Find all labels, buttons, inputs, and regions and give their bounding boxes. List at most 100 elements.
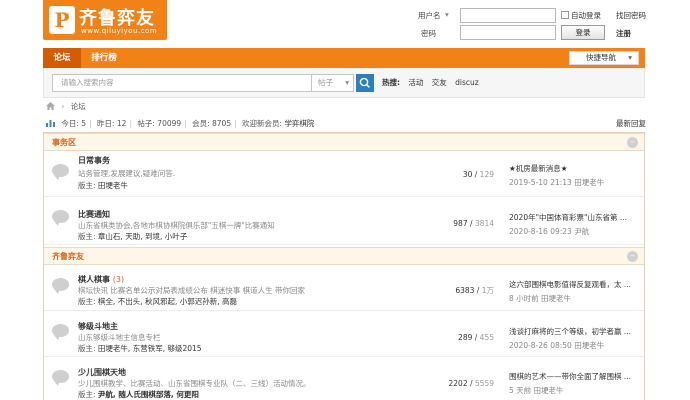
forum-new-count: (3) (112, 275, 125, 284)
category-header: 事务区 – (44, 133, 644, 151)
forum-moderators: 版主: 棋全, 不出头, 秋风邪起, 小郭迟孙新, 高磊 (78, 297, 237, 306)
search-button[interactable] (356, 74, 374, 92)
forgot-password-link[interactable]: 找回密码 (616, 10, 646, 21)
collapse-icon[interactable]: – (627, 251, 638, 262)
forum-bubble-icon (52, 164, 69, 180)
tab-forum[interactable]: 论坛 (43, 48, 81, 68)
forum-counts: 987 / 3814 (453, 219, 494, 228)
forum-last-post: 2020年"中国体育彩票"山东省第 ... 2020-8-16 09:23 尹航 (509, 212, 637, 237)
search-input[interactable]: 请输入搜索内容 (52, 74, 312, 92)
search-bar: 请输入搜索内容 帖子 ▾ 热搜: 活动 交友 discuz (43, 68, 645, 98)
forum-row: 比赛通知 山东省棋类协会,各地市棋协棋院俱乐部"五棋一牌"比赛通知 版主: 章山… (44, 197, 644, 245)
stat-members: 会员: 8705 (192, 119, 232, 128)
last-post-meta: 2020-8-16 09:23 尹航 (509, 227, 590, 236)
collapse-icon[interactable]: – (627, 137, 638, 148)
auto-login-checkbox[interactable] (561, 11, 569, 19)
login-form: 用户名 ▾ 自动登录 找回密码 密码 登录 注册 (418, 6, 680, 42)
forum-row: 少儿围棋天地 少儿围棋教学、比赛活动、山东省围棋专业队（二、三线）活动情况。 版… (44, 357, 644, 400)
moderator-link[interactable]: 章山石, 天助, 到境, 小叶子 (98, 232, 187, 241)
forum-description: 棋坛快讯 比赛名单公示对局表成绩公布 棋迷快事 棋道人生 带你回家 (78, 286, 306, 295)
forum-description: 少儿围棋教学、比赛活动、山东省围棋专业队（二、三线）活动情况。 (78, 379, 311, 388)
breadcrumb-separator-icon: › (61, 102, 65, 111)
main-nav: 论坛 排行榜 快捷导航 ▾ (43, 48, 645, 68)
last-post-title[interactable]: ★机房最新消息★ (509, 163, 637, 174)
forum-moderators: 版主: 尹航, 随人氏围棋部落, 何更阳 (78, 390, 199, 399)
quick-nav-label: 快捷导航 (586, 53, 616, 62)
moderator-link[interactable]: 田埂老牛, 东营铁军, 够级2015 (98, 344, 202, 353)
hot-search-item[interactable]: discuz (455, 78, 479, 87)
category-title[interactable]: 齐鲁弈友 (52, 248, 84, 265)
forum-stats: 今日: 5 | 昨日: 12 | 帖子: 70099 | 会员: 8705 | 欢迎新会… (46, 118, 646, 130)
logo-domain: www.qiluyiyou.com (81, 27, 158, 35)
last-post-meta: 2019-5-10 21:13 田埂老牛 (509, 178, 605, 187)
last-post-meta: 8 小时前 田埂老牛 (509, 294, 572, 303)
search-type-label: 帖子 (318, 78, 333, 87)
bar-chart-icon (46, 120, 55, 127)
forum-counts: 2202 / 5559 (448, 379, 494, 388)
chevron-down-icon[interactable]: ▾ (445, 10, 449, 19)
new-member-link[interactable]: 学弈棋院 (284, 119, 314, 128)
auto-login-label[interactable]: 自动登录 (571, 10, 601, 21)
chevron-down-icon: ▾ (345, 78, 349, 87)
forum-row: 棋人棋事 (3) 棋坛快讯 比赛名单公示对局表成绩公布 棋迷快事 棋道人生 带你… (44, 265, 644, 311)
forum-description: 山东够级斗地主信息专栏 (78, 333, 161, 342)
forum-name[interactable]: 日常事务 (78, 155, 110, 166)
forum-row: 够级斗地主 山东够级斗地主信息专栏 版主: 田埂老牛, 东营铁军, 够级2015… (44, 311, 644, 357)
forum-last-post: 围棋的艺术——带你全面了解围棋 ... 5 天前 田埂老牛 (509, 371, 637, 396)
forum-bubble-icon (52, 278, 69, 294)
stat-yesterday: 昨日: 12 (97, 119, 127, 128)
password-input[interactable] (460, 25, 556, 40)
forum-name[interactable]: 棋人棋事 (3) (78, 274, 124, 285)
hot-search-item[interactable]: 活动 (408, 78, 423, 87)
chevron-down-icon: ▾ (628, 53, 632, 62)
hot-searches: 热搜: 活动 交友 discuz (382, 74, 479, 92)
forum-last-post: 这六部围棋电影值得反复观看，太 ... 8 小时前 田埂老牛 (509, 279, 637, 304)
last-post-title[interactable]: 2020年"中国体育彩票"山东省第 ... (509, 212, 637, 223)
login-button[interactable]: 登录 (561, 25, 605, 40)
password-label: 密码 (421, 29, 436, 38)
welcome-label: 欢迎新会员: (242, 119, 283, 128)
home-icon[interactable] (46, 102, 55, 110)
last-post-title[interactable]: 围棋的艺术——带你全面了解围棋 ... (509, 371, 637, 382)
last-post-title[interactable]: 这六部围棋电影值得反复观看，太 ... (509, 279, 637, 290)
hot-search-item[interactable]: 交友 (432, 78, 447, 87)
stat-today: 今日: 5 (61, 119, 87, 128)
moderator-link[interactable]: 棋全, 不出头, 秋风邪起, 小郭迟孙新, 高磊 (98, 297, 237, 306)
search-type-select[interactable]: 帖子 ▾ (312, 74, 354, 92)
forum-list: 事务区 – 日常事务 站务管理,发展建议,疑难问答. 版主: 田埂老牛 30 /… (43, 132, 645, 400)
logo-mark: P (49, 6, 75, 34)
moderator-link[interactable]: 尹航, 随人氏围棋部落, 何更阳 (98, 390, 199, 399)
forum-bubble-icon (52, 324, 69, 340)
forum-counts: 289 / 455 (458, 333, 494, 342)
forum-name[interactable]: 少儿围棋天地 (78, 367, 126, 378)
latest-reply-link[interactable]: 最新回复 (616, 118, 646, 130)
forum-bubble-icon (52, 370, 69, 386)
top-bar: P 齐鲁弈友 www.qiluyiyou.com 用户名 ▾ 自动登录 找回密码… (0, 0, 690, 48)
search-icon (359, 77, 370, 88)
forum-description: 山东省棋类协会,各地市棋协棋院俱乐部"五棋一牌"比赛通知 (78, 221, 275, 230)
username-label: 用户名 (418, 11, 441, 20)
quick-nav-button[interactable]: 快捷导航 ▾ (569, 51, 639, 65)
forum-counts: 6383 / 1万 (455, 286, 494, 295)
category-header: 齐鲁弈友 – (44, 247, 644, 265)
site-logo[interactable]: P 齐鲁弈友 www.qiluyiyou.com (43, 0, 167, 40)
last-post-title[interactable]: 浅谈打麻将的三个等级，初学者赢 ... (509, 326, 637, 337)
last-post-meta: 5 天前 田埂老牛 (509, 386, 564, 395)
tab-ranking[interactable]: 排行榜 (81, 48, 127, 68)
breadcrumb-current[interactable]: 论坛 (71, 102, 86, 111)
forum-description: 站务管理,发展建议,疑难问答. (78, 169, 176, 178)
forum-moderators: 版主: 田埂老牛 (78, 181, 128, 190)
username-input[interactable] (460, 8, 556, 23)
hot-search-label: 热搜: (382, 78, 400, 87)
register-link[interactable]: 注册 (616, 28, 631, 39)
forum-moderators: 版主: 章山石, 天助, 到境, 小叶子 (78, 232, 188, 241)
stat-posts: 帖子: 70099 (137, 119, 182, 128)
moderator-link[interactable]: 田埂老牛 (98, 181, 128, 190)
forum-name[interactable]: 比赛通知 (78, 209, 110, 220)
forum-row: 日常事务 站务管理,发展建议,疑难问答. 版主: 田埂老牛 30 / 129 ★… (44, 151, 644, 197)
forum-counts: 30 / 129 (462, 170, 494, 179)
forum-last-post: ★机房最新消息★ 2019-5-10 21:13 田埂老牛 (509, 163, 637, 188)
last-post-meta: 2020-8-26 08:50 田埂老牛 (509, 341, 605, 350)
category-title[interactable]: 事务区 (52, 134, 76, 151)
forum-name[interactable]: 够级斗地主 (78, 321, 118, 332)
